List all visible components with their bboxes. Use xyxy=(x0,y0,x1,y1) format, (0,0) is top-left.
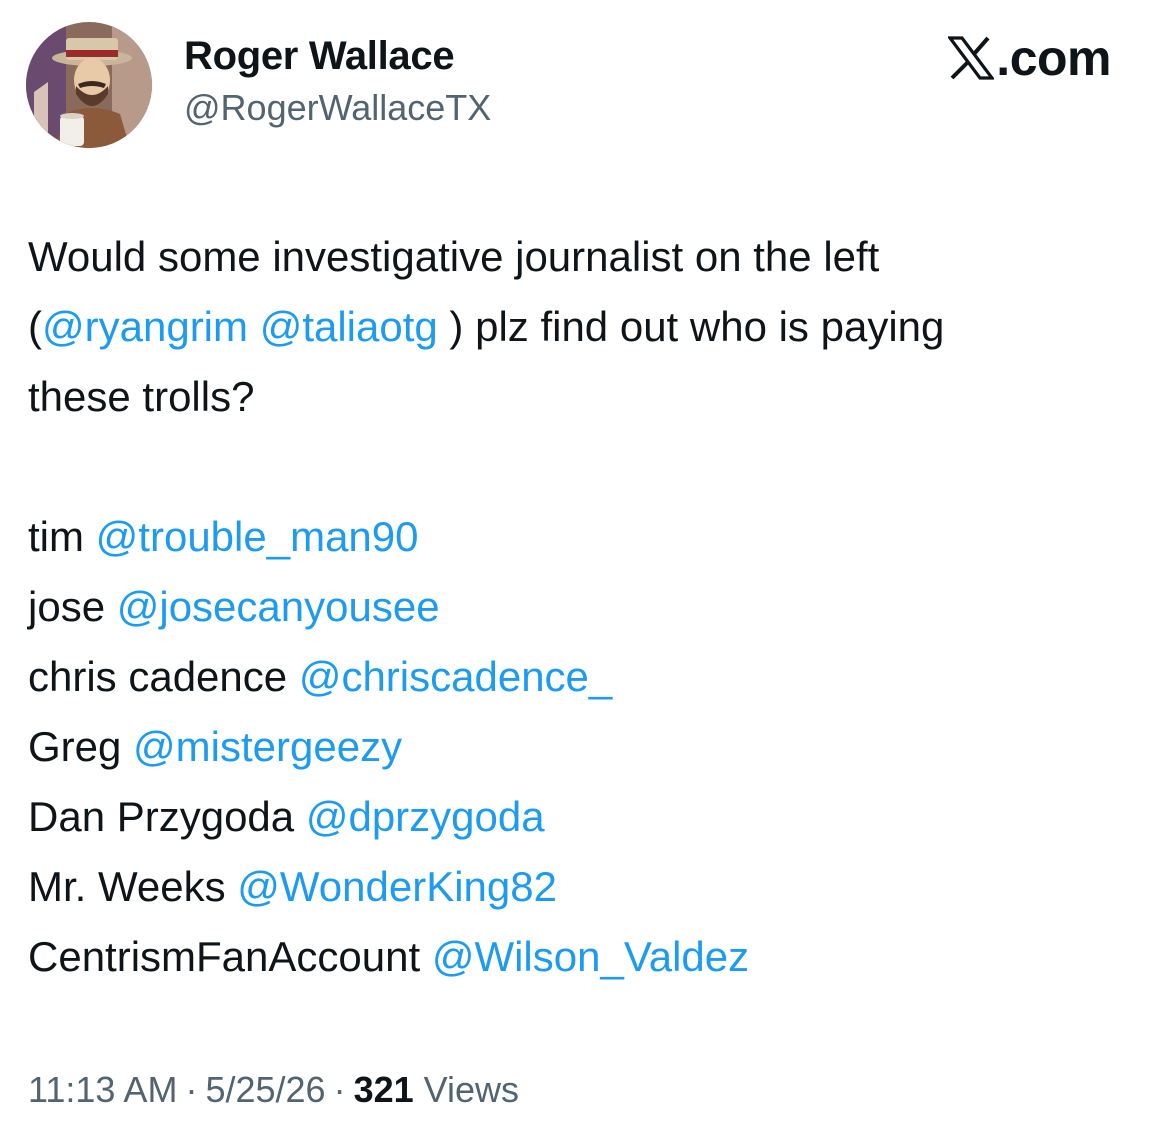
author-display-name[interactable]: Roger Wallace xyxy=(184,32,491,80)
account-name: CentrismFanAccount xyxy=(28,933,421,980)
tweet-date[interactable]: 5/25/26 xyxy=(205,1069,325,1110)
tweet-metadata: 11:13 AM · 5/25/26 · 321 Views xyxy=(28,1066,519,1114)
views-label: Views xyxy=(423,1069,520,1110)
tweet-time[interactable]: 11:13 AM xyxy=(28,1069,177,1110)
views-count[interactable]: 321 xyxy=(354,1069,414,1110)
tweet-line: Would some investigative journalist on t… xyxy=(28,222,1148,292)
account-name: tim xyxy=(28,513,84,560)
account-name: jose xyxy=(28,583,106,630)
account-list-item: jose @josecanyousee xyxy=(28,572,1148,642)
account-list-item: Dan Przygoda @dprzygoda xyxy=(28,782,1148,852)
account-list-item: tim @trouble_man90 xyxy=(28,502,1148,572)
author-handle[interactable]: @RogerWallaceTX xyxy=(184,84,491,132)
tweet-header: Roger Wallace @RogerWallaceTX .com xyxy=(0,0,1169,160)
tweet-text: Would some investigative journalist on t… xyxy=(28,222,1148,992)
mention-link[interactable]: @chriscadence_ xyxy=(299,653,612,700)
separator-dot: · xyxy=(185,1069,198,1110)
mention-link[interactable]: @taliaotg xyxy=(260,303,438,350)
mention-link[interactable]: @Wilson_Valdez xyxy=(432,933,749,980)
separator-dot: · xyxy=(333,1069,346,1110)
tweet-line: (@ryangrim @taliaotg ) plz find out who … xyxy=(28,292,1148,362)
open-paren: ( xyxy=(28,303,42,350)
tweet-line: these trolls? xyxy=(28,362,1148,432)
x-brand: .com xyxy=(948,28,1111,88)
account-list-item: CentrismFanAccount @Wilson_Valdez xyxy=(28,922,1148,992)
brand-domain-text: .com xyxy=(996,30,1111,86)
mention-link[interactable]: @trouble_man90 xyxy=(96,513,419,560)
account-name: chris cadence xyxy=(28,653,288,700)
author-avatar[interactable] xyxy=(26,22,152,148)
author-name-block: Roger Wallace @RogerWallaceTX xyxy=(184,32,491,132)
mention-link[interactable]: @dprzygoda xyxy=(306,793,545,840)
account-name: Dan Przygoda xyxy=(28,793,295,840)
tweet-intro-text: ) plz find out who is paying xyxy=(437,303,945,350)
account-list-item: Greg @mistergeezy xyxy=(28,712,1148,782)
mention-link[interactable]: @josecanyousee xyxy=(117,583,440,630)
account-name: Greg xyxy=(28,723,122,770)
mention-link[interactable]: @ryangrim xyxy=(42,303,248,350)
mention-link[interactable]: @WonderKing82 xyxy=(237,863,557,910)
tweet-intro-text: Would some investigative journalist on t… xyxy=(28,233,880,280)
x-logo-icon xyxy=(948,36,995,80)
cartoon-avatar-icon xyxy=(26,22,152,148)
tweet-intro-text: these trolls? xyxy=(28,373,255,420)
account-name: Mr. Weeks xyxy=(28,863,226,910)
account-list-item: chris cadence @chriscadence_ xyxy=(28,642,1148,712)
mention-link[interactable]: @mistergeezy xyxy=(133,723,402,770)
account-list-item: Mr. Weeks @WonderKing82 xyxy=(28,852,1148,922)
